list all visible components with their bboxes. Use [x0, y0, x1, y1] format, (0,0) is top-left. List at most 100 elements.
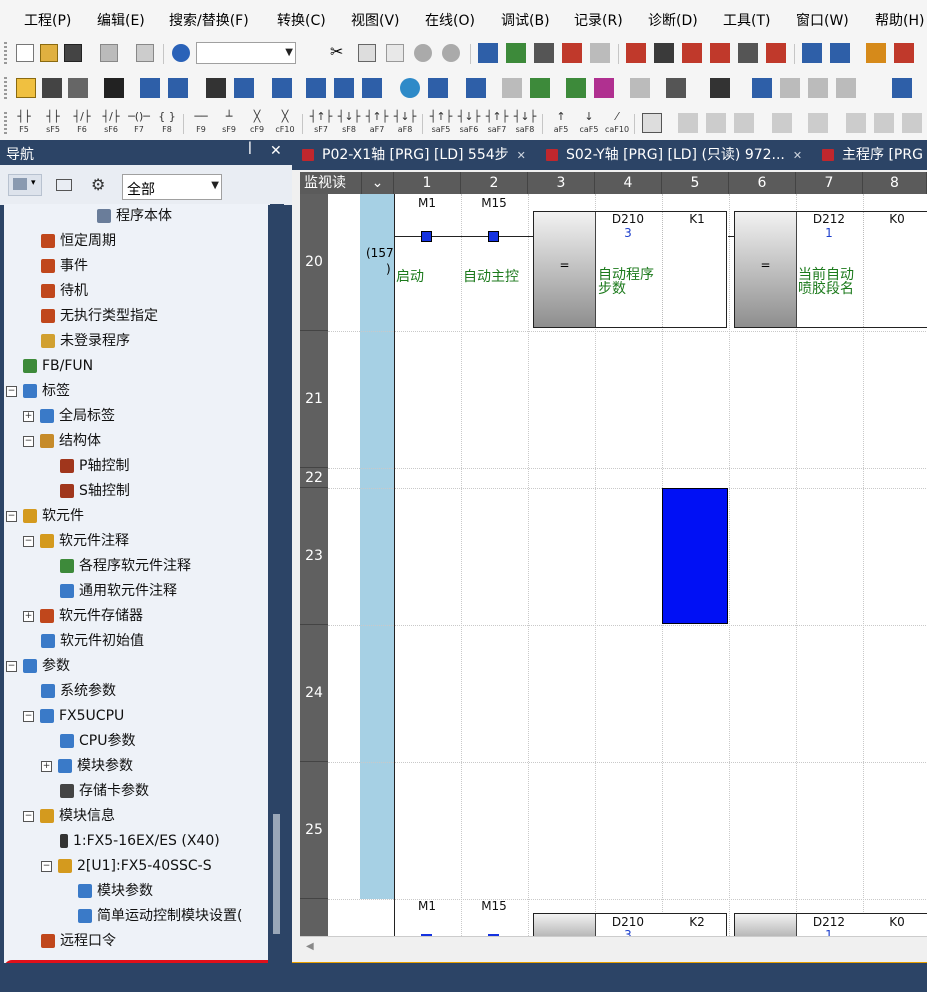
fkey-f8[interactable]: { } F8 — [154, 110, 180, 138]
tree-item-fx5ucpu[interactable]: − FX5UCPU — [23, 704, 124, 728]
tree-item-fixed-scan[interactable]: 恒定周期 — [41, 229, 116, 253]
edit-pencil-icon[interactable] — [566, 78, 586, 98]
scroll-thumb[interactable] — [273, 814, 280, 934]
ladder-view-icon[interactable] — [534, 43, 554, 63]
fkey-f7[interactable]: ─()─ F7 — [126, 110, 152, 138]
write-plc-icon[interactable] — [626, 43, 646, 63]
fkey-af7[interactable]: ┤↑├ aF7 — [364, 110, 390, 138]
tree-item-common-comment[interactable]: 通用软元件注释 — [60, 579, 177, 603]
contact-m15[interactable] — [488, 231, 499, 242]
read-plc-icon[interactable] — [654, 43, 674, 63]
window-list-icon[interactable] — [140, 78, 160, 98]
ladder-edit8-icon[interactable] — [902, 113, 922, 133]
tree-item-standby[interactable]: 待机 — [41, 279, 88, 303]
fkey-sf8[interactable]: ┤↓├ sF8 — [336, 110, 362, 138]
tree-item-fb-fun[interactable]: FB/FUN — [23, 354, 93, 378]
tree-item-program-body[interactable]: 程序本体 — [97, 204, 172, 228]
remote-op-icon[interactable] — [710, 43, 730, 63]
fkey-sf7[interactable]: ┤↑├ sF7 — [308, 110, 334, 138]
find-dev-icon[interactable] — [710, 78, 730, 98]
collapse-icon[interactable]: − — [6, 385, 17, 397]
ladder-grey-icon[interactable] — [590, 43, 610, 63]
menu-edit[interactable]: 编辑(E) — [97, 10, 145, 30]
dev-memory-icon[interactable] — [362, 78, 382, 98]
expand-icon[interactable]: + — [41, 760, 52, 772]
fkey-saf5[interactable]: ┤↑├ saF5 — [428, 110, 454, 138]
tree-item-device-comment[interactable]: − 软元件注释 — [23, 529, 129, 553]
dev-register-icon[interactable] — [830, 43, 850, 63]
tab-main-program[interactable]: 主程序 [PRG — [822, 144, 923, 168]
tree-item-no-exec-type[interactable]: 无执行类型指定 — [41, 304, 158, 328]
toolbar-grip[interactable] — [4, 42, 7, 64]
undo-icon[interactable] — [414, 44, 432, 62]
ladder-editor[interactable]: 监视读 ⌄ 1 2 3 4 5 6 7 8 20 21 22 23 24 25 … — [300, 172, 927, 940]
check-icon[interactable] — [594, 78, 614, 98]
contact-m1[interactable] — [421, 231, 432, 242]
dev-search-icon[interactable] — [478, 43, 498, 63]
redo-icon[interactable] — [442, 44, 460, 62]
tree-item-device-memory[interactable]: + 软元件存储器 — [23, 604, 143, 628]
save-icon[interactable] — [64, 44, 82, 62]
tree-item-event[interactable]: 事件 — [41, 254, 88, 278]
disabled3-icon[interactable] — [808, 78, 828, 98]
nav-view-button[interactable]: ▾ — [8, 174, 42, 196]
paste-icon[interactable] — [386, 44, 404, 62]
nav-filter-select[interactable]: 全部 ▼ — [122, 174, 222, 200]
fkey-saf8[interactable]: ┤↓├ saF8 — [512, 110, 538, 138]
nav-settings-button[interactable]: ⚙ — [88, 174, 112, 196]
collapse-icon[interactable]: − — [41, 860, 52, 872]
menu-record[interactable]: 记录(R) — [574, 10, 623, 30]
program-icon[interactable] — [68, 78, 88, 98]
tree-view-icon[interactable] — [16, 78, 36, 98]
tree-item-memory-card[interactable]: 存储卡参数 — [60, 779, 149, 803]
disabled2-icon[interactable] — [780, 78, 800, 98]
binoculars-icon[interactable] — [206, 78, 226, 98]
collapse-icon[interactable]: − — [23, 435, 34, 447]
disabled-icon[interactable] — [630, 78, 650, 98]
help-icon[interactable] — [172, 44, 190, 62]
toolbar-grip[interactable] — [4, 77, 7, 99]
fkey-cf9[interactable]: ╳ cF9 — [244, 110, 270, 138]
list-icon[interactable] — [466, 78, 486, 98]
ladder-edit7-icon[interactable] — [874, 113, 894, 133]
window-split-icon[interactable] — [892, 78, 912, 98]
close-icon[interactable]: ✕ — [793, 149, 802, 162]
verify-plc-icon[interactable] — [682, 43, 702, 63]
cut-icon[interactable]: ✂ — [330, 42, 348, 61]
tree-item-system-parameter[interactable]: 系统参数 — [41, 679, 116, 703]
ladder-edit1-icon[interactable] — [678, 113, 698, 133]
tree-item-remote-password[interactable]: 远程口令 — [41, 929, 116, 953]
tab-s02-y[interactable]: S02-Y轴 [PRG] [LD] (只读) 972... ✕ — [546, 144, 802, 168]
copy-icon[interactable] — [358, 44, 376, 62]
menu-search-replace[interactable]: 搜索/替换(F) — [169, 10, 249, 30]
fkey-saf6[interactable]: ┤↓├ saF6 — [456, 110, 482, 138]
tree-item-module-2-parameter[interactable]: 模块参数 — [78, 879, 153, 903]
fkey-cf10[interactable]: ╳ cF10 — [272, 110, 298, 138]
menu-window[interactable]: 窗口(W) — [796, 10, 849, 30]
ladder-edit6-icon[interactable] — [846, 113, 866, 133]
search-combo[interactable]: ▼ — [196, 42, 296, 64]
watch-icon[interactable] — [666, 78, 686, 98]
fkey-af5[interactable]: ↑ aF5 — [548, 110, 574, 138]
tree-item-cpu-parameter[interactable]: CPU参数 — [60, 729, 135, 753]
screen-icon[interactable] — [752, 78, 772, 98]
ladder-save-icon[interactable] — [42, 78, 62, 98]
pin-icon[interactable]: ꟾ — [248, 143, 252, 158]
collapse-icon[interactable]: − — [6, 510, 17, 522]
tree-item-module-info[interactable]: − 模块信息 — [23, 804, 115, 828]
close-icon[interactable]: ✕ — [517, 149, 526, 162]
fkey-f5[interactable]: ┤├ F5 — [11, 110, 37, 138]
chip-icon[interactable] — [104, 78, 124, 98]
fkey-af8[interactable]: ┤↓├ aF8 — [392, 110, 418, 138]
tab-p02-x1[interactable]: P02-X1轴 [PRG] [LD] 554步 ✕ — [302, 144, 526, 168]
collapse-icon[interactable]: − — [23, 810, 34, 822]
scroll-left-icon[interactable]: ◀ — [306, 941, 314, 952]
ladder-edit5-icon[interactable] — [808, 113, 828, 133]
open-folder-icon[interactable] — [40, 44, 58, 62]
expand-icon[interactable]: + — [23, 610, 34, 622]
ladder-compare-icon[interactable] — [506, 43, 526, 63]
monitor-stop-icon[interactable] — [766, 43, 786, 63]
fkey-sf6[interactable]: ┤/├ sF6 — [98, 110, 124, 138]
device-icon[interactable] — [428, 78, 448, 98]
toolbar-grip[interactable] — [4, 112, 7, 134]
